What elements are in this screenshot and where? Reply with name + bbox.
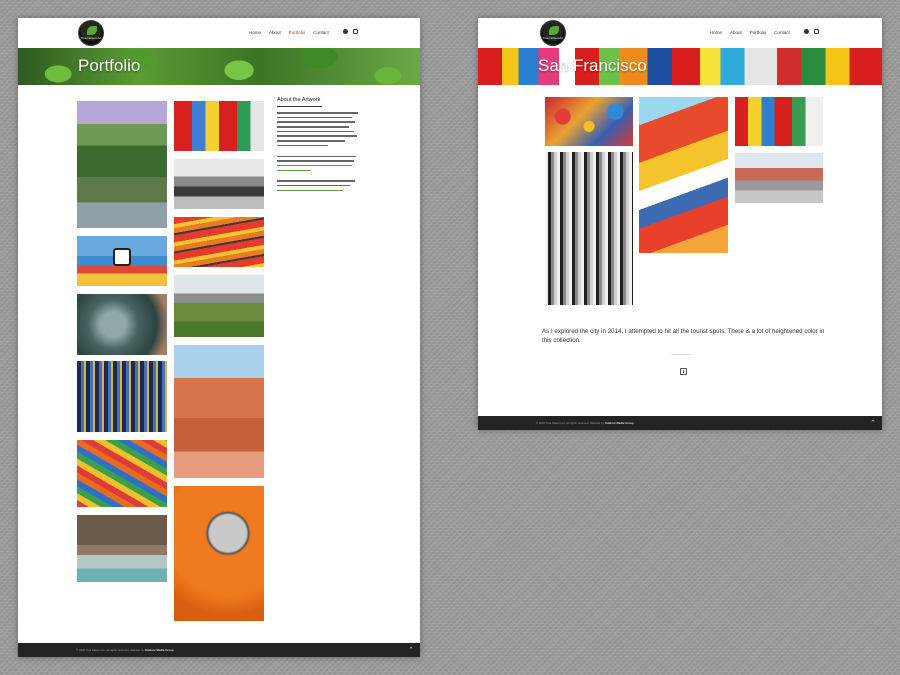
menu-item-contact[interactable]: Contact bbox=[774, 30, 790, 35]
portfolio-page: Tina Nelson Art Home About Portfolio Con… bbox=[18, 18, 420, 657]
back-to-top-icon[interactable]: ⌃ bbox=[870, 419, 876, 427]
menu-item-about[interactable]: About bbox=[730, 30, 742, 35]
footer-credit-link[interactable]: Outdoor Media Group bbox=[145, 648, 174, 652]
main-menu: Home About Portfolio Contact bbox=[710, 30, 790, 35]
back-to-top-icon[interactable]: ⌃ bbox=[408, 646, 414, 654]
gallery-thumb-empty-street[interactable] bbox=[735, 153, 823, 203]
collection-description: As I explored the city in 2014, I attemp… bbox=[542, 328, 825, 344]
leaf-icon bbox=[87, 26, 97, 35]
gallery-thumb-orange-car[interactable] bbox=[174, 486, 264, 621]
gallery-thumb-california-sign[interactable] bbox=[639, 97, 728, 253]
gallery-thumb-wisteria-lantern[interactable] bbox=[77, 101, 167, 228]
social-links bbox=[343, 29, 358, 34]
gallery-thumb-iron-gate[interactable] bbox=[77, 361, 167, 432]
sidebar-text-block bbox=[277, 112, 362, 194]
page-title: Portfolio bbox=[78, 56, 141, 75]
page-title: San Francisco bbox=[538, 56, 647, 75]
sidebar-heading: About the Artwork bbox=[277, 97, 321, 103]
gallery-thumb-red-rocks[interactable] bbox=[174, 345, 264, 478]
footer-copyright: © 2020 Tina Nelson Art. All rights reser… bbox=[76, 648, 174, 652]
site-logo[interactable]: Tina Nelson Art bbox=[78, 20, 104, 46]
logo-text: Tina Nelson Art bbox=[80, 36, 102, 40]
gallery-thumb-guitars[interactable] bbox=[545, 152, 633, 305]
site-footer: © 2020 Tina Nelson Art. All rights reser… bbox=[18, 643, 420, 657]
share-icon[interactable] bbox=[680, 368, 687, 375]
instagram-icon[interactable] bbox=[814, 29, 819, 34]
footer-credit-link[interactable]: Outdoor Media Group bbox=[605, 421, 634, 425]
social-links bbox=[804, 29, 819, 34]
top-navigation: Tina Nelson Art Home About Portfolio Con… bbox=[478, 18, 882, 48]
menu-item-about[interactable]: About bbox=[269, 30, 281, 35]
menu-item-portfolio[interactable]: Portfolio bbox=[289, 30, 306, 35]
facebook-icon[interactable] bbox=[343, 29, 348, 34]
gallery-thumb-kayaks[interactable] bbox=[77, 440, 167, 507]
gallery-thumb-lanterns[interactable] bbox=[545, 97, 633, 146]
hero-banner: Portfolio bbox=[18, 48, 420, 85]
hero-banner: San Francisco bbox=[478, 48, 882, 85]
gallery-thumb-kayak-rack[interactable] bbox=[174, 217, 264, 267]
main-menu: Home About Portfolio Contact bbox=[249, 30, 329, 35]
instagram-icon[interactable] bbox=[353, 29, 358, 34]
logo-text: Tina Nelson Art bbox=[542, 36, 564, 40]
leaf-icon bbox=[549, 26, 559, 35]
menu-item-home[interactable]: Home bbox=[249, 30, 261, 35]
gallery-thumb-chinatown[interactable] bbox=[174, 101, 264, 151]
gallery-thumb-racetrack[interactable] bbox=[174, 275, 264, 337]
gallery-thumb-carved-stone[interactable] bbox=[77, 294, 167, 355]
top-navigation: Tina Nelson Art Home About Portfolio Con… bbox=[18, 18, 420, 48]
menu-item-home[interactable]: Home bbox=[710, 30, 722, 35]
gallery-thumb-bridge-underside[interactable] bbox=[77, 515, 167, 582]
gallery-thumb-santa-monica-66[interactable] bbox=[77, 236, 167, 286]
facebook-icon[interactable] bbox=[804, 29, 809, 34]
site-footer: © 2020 Tina Nelson Art. All rights reser… bbox=[478, 416, 882, 430]
footer-copyright: © 2020 Tina Nelson Art. All rights reser… bbox=[536, 421, 634, 425]
menu-item-portfolio[interactable]: Portfolio bbox=[750, 30, 767, 35]
site-logo[interactable]: Tina Nelson Art bbox=[540, 20, 566, 46]
content-divider bbox=[671, 354, 691, 355]
gallery-thumb-chinatown-street[interactable] bbox=[735, 97, 823, 146]
gallery-page: Tina Nelson Art Home About Portfolio Con… bbox=[478, 18, 882, 430]
sidebar-underline bbox=[277, 106, 322, 107]
menu-item-contact[interactable]: Contact bbox=[313, 30, 329, 35]
gallery-thumb-brooklyn-bridge[interactable] bbox=[174, 159, 264, 209]
